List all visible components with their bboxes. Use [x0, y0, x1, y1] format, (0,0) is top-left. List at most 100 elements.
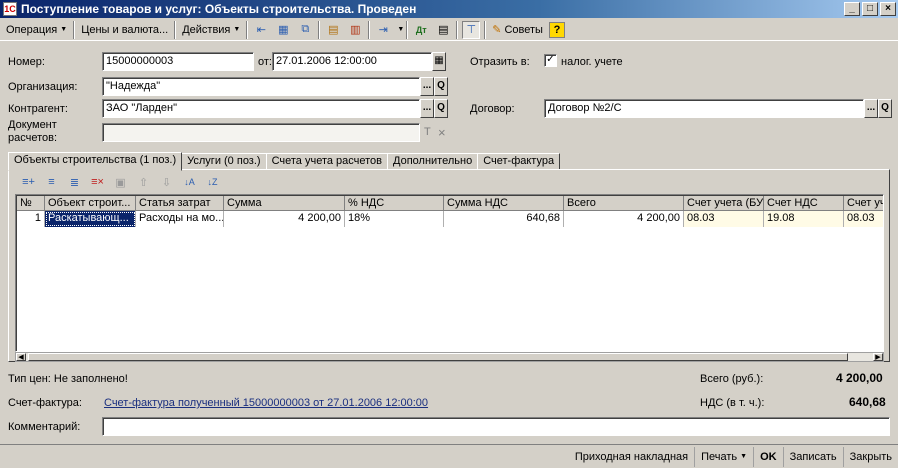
column-header[interactable]: Всего: [564, 196, 684, 211]
counterparty-open-icon[interactable]: Q: [434, 99, 448, 118]
back-arrow-icon[interactable]: ⇤: [252, 21, 270, 39]
cell-vat-sum[interactable]: 640,68: [444, 211, 564, 227]
toolbar-separator: [174, 20, 177, 39]
add-row-icon[interactable]: ≡+: [19, 173, 38, 191]
comment-field[interactable]: [102, 417, 890, 436]
operation-menu[interactable]: Операция ▼: [2, 20, 71, 40]
organization-select-button[interactable]: ...: [420, 77, 434, 96]
print-menu-button[interactable]: Печать ▼: [694, 446, 753, 467]
counterparty-select-button[interactable]: ...: [420, 99, 434, 118]
debit-credit-icon[interactable]: Дт: [412, 21, 430, 39]
cell-vat-rate[interactable]: 18%: [345, 211, 444, 227]
invoice-link[interactable]: Счет-фактура полученный 15000000003 от 2…: [104, 397, 428, 409]
number-field[interactable]: 15000000003: [102, 52, 254, 71]
copy-document-icon[interactable]: ⧉: [296, 21, 314, 39]
edit-row-icon[interactable]: ≣: [65, 173, 84, 191]
table-header: № Объект строит... Статья затрат Сумма %…: [17, 196, 883, 211]
counterparty-field[interactable]: ЗАО "Ларден": [102, 99, 420, 118]
contract-open-icon[interactable]: Q: [878, 99, 892, 118]
minimize-button[interactable]: _: [844, 2, 860, 16]
close-window-button[interactable]: ×: [880, 2, 896, 16]
tab-invoice[interactable]: Счет-фактура: [477, 153, 561, 170]
scrollbar-thumb[interactable]: [28, 353, 848, 361]
toolbar-separator: [73, 20, 76, 39]
column-header[interactable]: Сумма НДС: [444, 196, 564, 211]
cell-account-vat[interactable]: 19.08: [764, 211, 844, 227]
tab-construction-objects[interactable]: Объекты строительства (1 поз.): [8, 152, 183, 171]
tab-settlement-accounts[interactable]: Счета учета расчетов: [265, 153, 389, 170]
column-header[interactable]: Счет учета (БУ): [684, 196, 764, 211]
cell-cost-item[interactable]: Расходы на мо...: [136, 211, 224, 227]
column-header[interactable]: Счет уч: [844, 196, 883, 211]
table-toolbar: ≡+ ≡ ≣ ≡× ▣ ⇧ ⇩ ↓A ↓Z: [17, 172, 224, 192]
toolbar-separator: [456, 20, 459, 39]
tax-accounting-checkbox[interactable]: ✓: [544, 54, 557, 67]
actions-menu[interactable]: Действия ▼: [178, 20, 244, 40]
calendar-icon[interactable]: ▦: [432, 52, 446, 71]
document-structure-icon[interactable]: ▦: [274, 21, 292, 39]
chevron-down-icon[interactable]: ▼: [397, 26, 404, 33]
delete-row-icon[interactable]: ≡×: [88, 173, 107, 191]
column-header[interactable]: №: [17, 196, 45, 211]
vat-value: 640,68: [849, 395, 886, 409]
save-button[interactable]: Записать: [782, 446, 843, 467]
structure-toggle-icon[interactable]: ⊤: [462, 20, 481, 39]
goods-table[interactable]: № Объект строит... Статья затрат Сумма %…: [15, 194, 884, 352]
date-label: от:: [258, 56, 272, 68]
prices-currency-button[interactable]: Цены и валюта...: [77, 20, 172, 40]
unpost-document-icon[interactable]: ▥: [346, 21, 364, 39]
toolbar-separator: [246, 20, 249, 39]
contract-label: Договор:: [470, 103, 515, 115]
organization-open-icon[interactable]: Q: [434, 77, 448, 96]
cell-account-tax[interactable]: 08.03: [844, 211, 883, 227]
toolbar-separator: [318, 20, 321, 39]
advice-button[interactable]: ✎ Советы: [488, 20, 547, 40]
cell-sum[interactable]: 4 200,00: [224, 211, 345, 227]
contract-select-button[interactable]: ...: [864, 99, 878, 118]
move-up-icon[interactable]: ⇧: [134, 173, 153, 191]
maximize-button[interactable]: □: [862, 2, 878, 16]
report-icon[interactable]: ▤: [434, 21, 452, 39]
clear-type-icon[interactable]: T: [424, 126, 431, 138]
scroll-left-icon[interactable]: ◀: [16, 353, 26, 361]
column-header[interactable]: Счет НДС: [764, 196, 844, 211]
total-label: Всего (руб.):: [700, 373, 764, 385]
scroll-right-icon[interactable]: ▶: [873, 353, 883, 361]
sort-descending-icon[interactable]: ↓Z: [203, 173, 222, 191]
contract-field[interactable]: Договор №2/С: [544, 99, 864, 118]
vat-label: НДС (в т. ч.):: [700, 397, 765, 409]
price-type-text: Тип цен: Не заполнено!: [8, 373, 128, 385]
column-header[interactable]: Сумма: [224, 196, 345, 211]
settlement-doc-field[interactable]: [102, 123, 420, 142]
organization-field[interactable]: "Надежда": [102, 77, 420, 96]
copy-row-icon[interactable]: ≡: [42, 173, 61, 191]
tab-bar: Объекты строительства (1 поз.) Услуги (0…: [8, 152, 561, 171]
tab-services[interactable]: Услуги (0 поз.): [181, 153, 267, 170]
cell-account-bu[interactable]: 08.03: [684, 211, 764, 227]
post-document-icon[interactable]: ▤: [324, 21, 342, 39]
help-icon[interactable]: ?: [548, 21, 565, 38]
move-down-icon[interactable]: ⇩: [157, 173, 176, 191]
close-button[interactable]: Закрыть: [842, 446, 898, 467]
clear-icon[interactable]: ×: [438, 125, 446, 140]
chevron-down-icon: ▼: [233, 26, 241, 33]
horizontal-scrollbar[interactable]: ◀ ▶: [15, 352, 884, 362]
column-header[interactable]: Объект строит...: [45, 196, 136, 211]
tab-panel: ≡+ ≡ ≣ ≡× ▣ ⇧ ⇩ ↓A ↓Z № Объект строит...…: [8, 169, 890, 362]
date-field[interactable]: 27.01.2006 12:00:00: [272, 52, 432, 71]
sort-ascending-icon[interactable]: ↓A: [180, 173, 199, 191]
chevron-down-icon: ▼: [740, 453, 748, 460]
column-header[interactable]: % НДС: [345, 196, 444, 211]
end-edit-icon[interactable]: ▣: [111, 173, 130, 191]
cell-number[interactable]: 1: [17, 211, 45, 227]
table-row[interactable]: 1 Раскатывающ... Расходы на мо... 4 200,…: [17, 211, 883, 227]
cell-total[interactable]: 4 200,00: [564, 211, 684, 227]
number-label: Номер:: [8, 56, 45, 68]
tab-additional[interactable]: Дополнительно: [387, 153, 479, 170]
cell-object[interactable]: Раскатывающ...: [45, 211, 136, 227]
ok-button[interactable]: OK: [753, 446, 783, 467]
receipt-invoice-button[interactable]: Приходная накладная: [569, 447, 694, 467]
settlement-doc-label-line1: Документ: [8, 119, 57, 131]
column-header[interactable]: Статья затрат: [136, 196, 224, 211]
enter-based-on-icon[interactable]: ⇥: [374, 21, 392, 39]
